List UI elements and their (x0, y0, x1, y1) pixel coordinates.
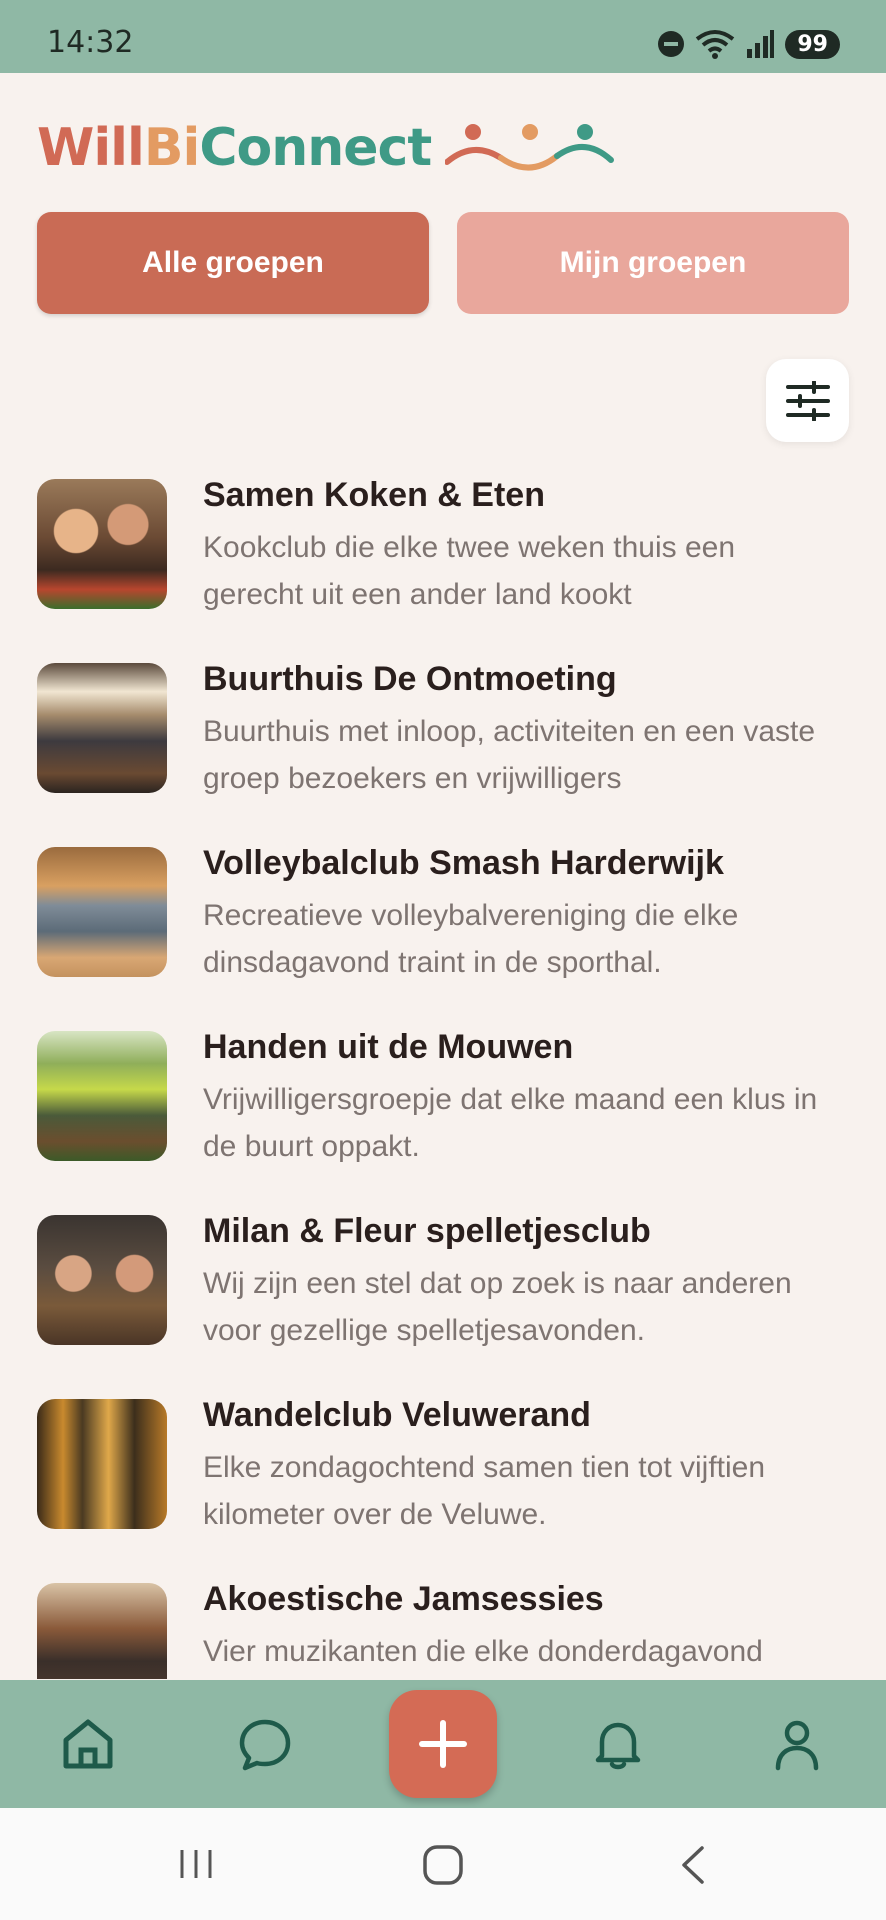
bell-icon[interactable] (586, 1712, 650, 1776)
group-thumbnail (37, 1031, 167, 1161)
group-list-item[interactable]: Volleybalclub Smash Harderwijk Recreatie… (37, 844, 849, 994)
group-thumbnail (37, 847, 167, 977)
create-group-button[interactable] (389, 1690, 497, 1798)
dnd-icon (658, 31, 685, 57)
group-list-item[interactable]: Milan & Fleur spelletjesclub Wij zijn ee… (37, 1212, 849, 1362)
group-description: Recreatieve volleybalvereniging die elke… (203, 899, 739, 979)
group-list-item[interactable]: Handen uit de Mouwen Vrijwilligersgroepj… (37, 1028, 849, 1178)
profile-icon[interactable] (765, 1712, 829, 1776)
group-title: Volleybalclub Smash Harderwijk (203, 844, 724, 882)
plus-icon (419, 1720, 467, 1768)
group-description: Buurthuis met inloop, activiteiten en ee… (203, 715, 816, 795)
battery-indicator: 99 (785, 29, 840, 59)
group-description: Vier muzikanten die elke donderdagavond (203, 1635, 763, 1668)
home-icon[interactable] (56, 1712, 120, 1776)
group-title: Samen Koken & Eten (203, 476, 545, 514)
group-list: Samen Koken & Eten Kookclub die elke twe… (0, 476, 886, 1679)
group-thumbnail (37, 663, 167, 793)
group-description: Kookclub die elke twee weken thuis een g… (203, 531, 736, 611)
status-time: 14:32 (47, 25, 134, 60)
group-tabs: Alle groepen Mijn groepen (37, 212, 849, 314)
group-list-item[interactable]: Akoestische Jamsessies Vier muzikanten d… (37, 1580, 849, 1679)
group-description: Wij zijn een stel dat op zoek is naar an… (203, 1267, 792, 1347)
wifi-icon (696, 30, 735, 59)
group-thumbnail (37, 479, 167, 609)
group-thumbnail (37, 1399, 167, 1529)
chat-icon[interactable] (233, 1712, 297, 1776)
app-logo: WillBiConnect (37, 118, 615, 178)
status-bar: 14:32 99 (0, 0, 886, 73)
group-title: Wandelclub Veluwerand (203, 1396, 591, 1434)
group-thumbnail (37, 1583, 167, 1679)
group-thumbnail (37, 1215, 167, 1345)
status-icons: 99 (657, 26, 840, 62)
people-logo-icon (445, 124, 615, 171)
sliders-icon (785, 380, 830, 421)
group-title: Handen uit de Mouwen (203, 1028, 574, 1066)
logo-wordmark: WillBiConnect (37, 118, 432, 178)
group-title: Buurthuis De Ontmoeting (203, 660, 617, 698)
signal-icon (747, 30, 775, 58)
system-navigation-bar (0, 1808, 886, 1920)
tab-all-groups[interactable]: Alle groepen (37, 212, 429, 314)
home-system-icon[interactable] (422, 1844, 464, 1886)
group-title: Akoestische Jamsessies (203, 1580, 604, 1618)
filter-button[interactable] (766, 359, 849, 442)
group-list-item[interactable]: Wandelclub Veluwerand Elke zondagochtend… (37, 1396, 849, 1546)
group-list-item[interactable]: Buurthuis De Ontmoeting Buurthuis met in… (37, 660, 849, 810)
tab-my-groups[interactable]: Mijn groepen (457, 212, 849, 314)
group-description: Elke zondagochtend samen tien tot vijfti… (203, 1451, 766, 1531)
group-description: Vrijwilligersgroepje dat elke maand een … (203, 1083, 818, 1163)
recent-apps-icon[interactable] (176, 1844, 216, 1884)
group-title: Milan & Fleur spelletjesclub (203, 1212, 651, 1250)
group-list-item[interactable]: Samen Koken & Eten Kookclub die elke twe… (37, 476, 849, 626)
back-icon[interactable] (676, 1844, 708, 1886)
